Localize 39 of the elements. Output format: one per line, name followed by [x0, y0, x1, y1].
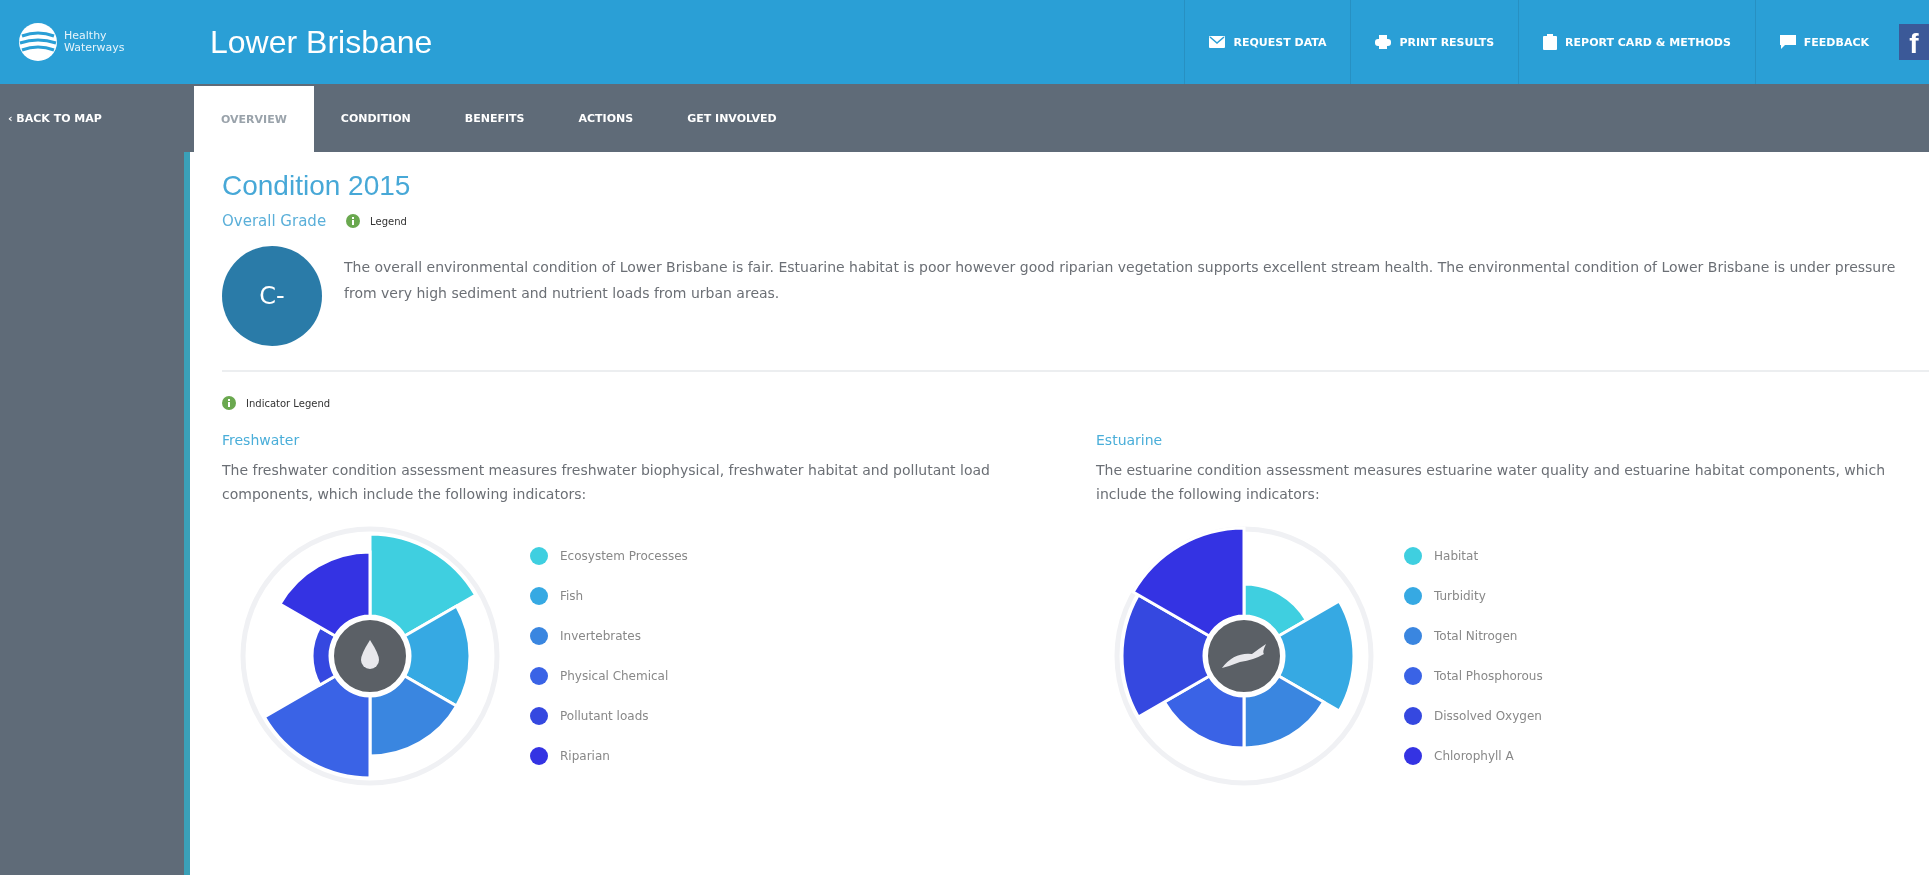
logo-text: Healthy Waterways — [64, 30, 125, 54]
legend-link[interactable]: Indicator Legend — [246, 397, 331, 409]
legend-label: Ecosystem Processes — [560, 549, 688, 563]
legend-label: Total Phosphorous — [1434, 669, 1543, 683]
summary-text: The overall environmental condition of Lower Brisbane is fair. Estuarine habitat is poor however good riparian vegetation supports excellent stream health. The environmental condition of Lower Brisbane is under pressure from very high sediment and nutrient loads from urban areas. — [344, 258, 1897, 303]
legend-label: Chlorophyll A — [1434, 749, 1514, 763]
column-description: The freshwater condition assessment measures freshwater biophysical, freshwater habitat and pollutant load components, which include the following indicators: — [222, 461, 991, 504]
facebook-button[interactable]: f — [1899, 24, 1929, 60]
legend-label: Invertebrates — [560, 629, 641, 643]
legend-label: Turbidity — [1434, 589, 1486, 603]
grade-label: Overall Grade — [222, 212, 327, 230]
legend-label: Habitat — [1434, 549, 1479, 563]
nav-tab[interactable]: CONDITION — [313, 84, 438, 152]
page-title: Lower Brisbane — [210, 23, 434, 61]
legend-label: Fish — [560, 589, 584, 603]
print-icon — [1375, 35, 1392, 49]
nav-tab[interactable]: GET INVOLVED — [660, 84, 804, 152]
nav-tab[interactable]: ACTIONS — [551, 84, 661, 152]
section-title: Condition 2015 — [222, 170, 412, 202]
legend-label: Riparian — [560, 749, 610, 763]
legend-label: Dissolved Oxygen — [1434, 709, 1542, 723]
mail-icon — [1209, 36, 1226, 48]
chart-segment[interactable] — [1131, 526, 1246, 638]
speech-bubble-icon — [1779, 35, 1796, 49]
legend-label: Physical Chemical — [560, 669, 669, 683]
chart-segment[interactable] — [1242, 674, 1326, 750]
column-description: The estuarine condition assessment measures estuarine water quality and estuarine habitat components, which include the following indicators: — [1096, 461, 1887, 504]
back-link[interactable]: ‹ BACK TO MAP — [8, 111, 102, 125]
info-icon[interactable] — [346, 214, 361, 228]
legend-label: Pollutant loads — [560, 709, 649, 723]
column-heading: Freshwater — [222, 432, 301, 448]
nav-tab[interactable]: BENEFITS — [437, 84, 552, 152]
legend-link[interactable]: Legend — [370, 215, 407, 227]
globe-logo-icon — [18, 22, 58, 62]
info-icon[interactable] — [222, 396, 236, 410]
grade-badge: C- — [222, 246, 322, 346]
column-heading: Estuarine — [1096, 432, 1164, 448]
clipboard-icon — [1543, 34, 1558, 50]
legend-label: Total Nitrogen — [1434, 629, 1518, 643]
